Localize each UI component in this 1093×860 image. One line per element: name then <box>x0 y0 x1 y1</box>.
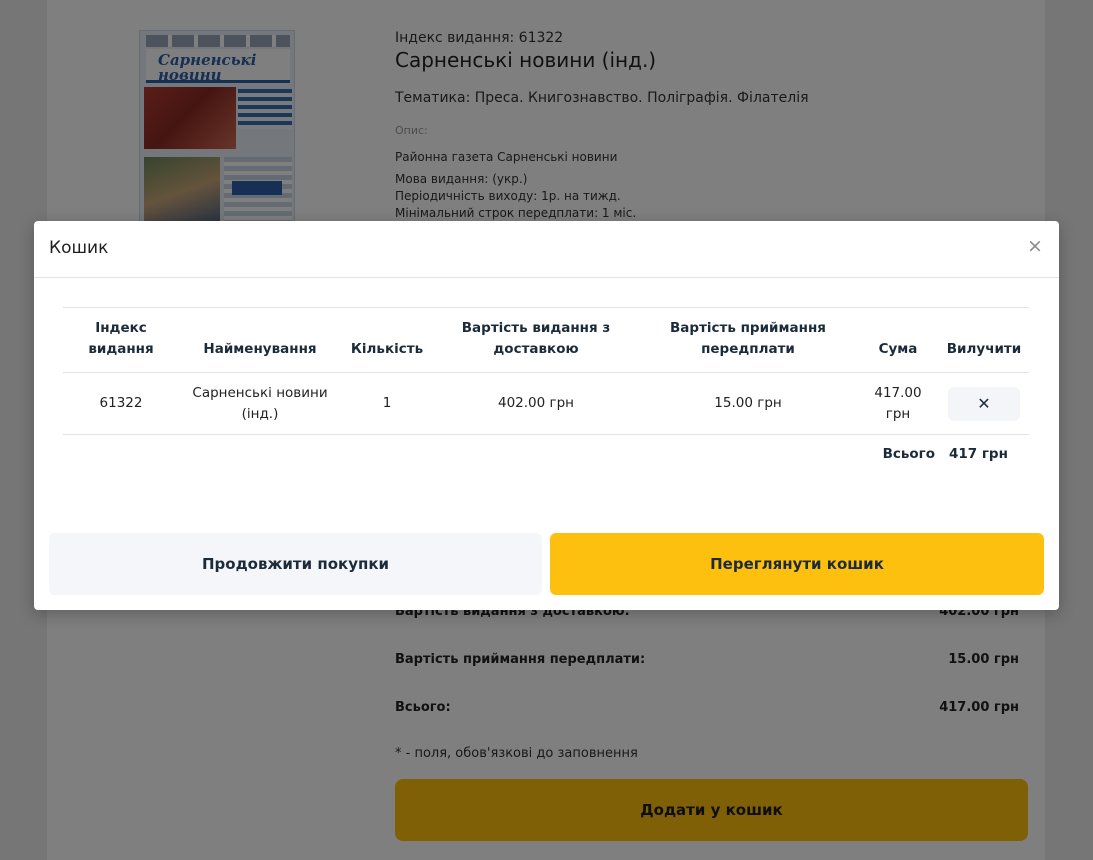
total-row: Всього 417 грн <box>63 435 1029 475</box>
column-header-index: Індекс видання <box>63 307 179 373</box>
cell-name: Сарненські новини (інд.) <box>179 372 341 435</box>
total-label: Всього <box>882 446 935 463</box>
column-header-name: Найменування <box>179 307 341 373</box>
column-header-remove: Вилучити <box>939 307 1029 373</box>
cell-fee: 15.00 грн <box>639 372 857 435</box>
cell-remove: ✕ <box>939 372 1029 435</box>
cell-cost: 402.00 грн <box>433 372 639 435</box>
table-header-row: Індекс видання Найменування Кількість Ва… <box>63 307 1029 373</box>
column-header-fee: Вартість приймання передплати <box>639 307 857 373</box>
cart-table: Індекс видання Найменування Кількість Ва… <box>63 307 1029 475</box>
modal-title: Кошик <box>49 238 109 258</box>
remove-item-icon[interactable]: ✕ <box>948 386 1020 421</box>
table-row: 61322 Сарненські новини (інд.) 1 402.00 … <box>63 372 1029 435</box>
column-header-quantity: Кількість <box>341 307 433 373</box>
close-icon[interactable]: × <box>1023 234 1047 258</box>
cell-sum: 417.00 грн <box>857 372 939 435</box>
cell-index: 61322 <box>63 372 179 435</box>
column-header-cost: Вартість видання з доставкою <box>433 307 639 373</box>
cell-quantity: 1 <box>341 372 433 435</box>
continue-shopping-button[interactable]: Продовжити покупки <box>49 533 542 595</box>
modal-header: Кошик × <box>34 221 1059 278</box>
view-cart-button[interactable]: Переглянути кошик <box>550 533 1044 595</box>
column-header-sum: Сума <box>857 307 939 373</box>
cart-modal: Кошик × Індекс видання Найменування Кіль… <box>34 221 1059 610</box>
total-value: 417 грн <box>949 446 1008 463</box>
